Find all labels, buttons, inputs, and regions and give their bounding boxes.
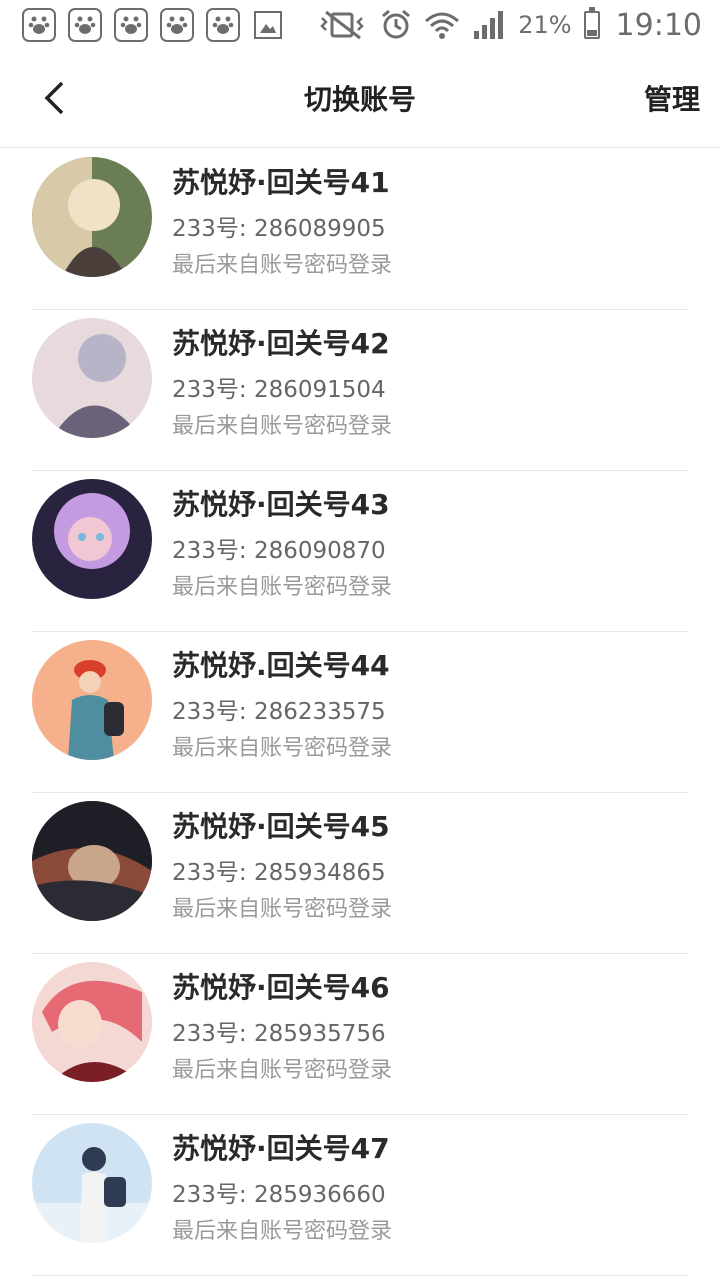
mute-vibrate-icon: [320, 10, 364, 40]
baidu-paw-icon: [22, 8, 56, 42]
system-icons: 21% 19:10: [318, 7, 702, 43]
avatar: [32, 962, 152, 1082]
account-id: 233号: 285936660: [172, 1182, 386, 1208]
account-list: 苏悦妤·回关号41 233号: 286089905 最后来自账号密码登录 苏悦妤…: [0, 149, 720, 1276]
avatar: [32, 318, 152, 438]
avatar: [32, 801, 152, 921]
account-item[interactable]: 苏悦妤·回关号47 233号: 285936660 最后来自账号密码登录: [32, 1115, 688, 1276]
account-item[interactable]: 苏悦妤·回关号45 233号: 285934865 最后来自账号密码登录: [32, 793, 688, 954]
account-id: 233号: 285935756: [172, 1021, 386, 1047]
navigation-bar: 切换账号 管理: [0, 50, 720, 148]
avatar: [32, 640, 152, 760]
manage-button[interactable]: 管理: [644, 78, 700, 118]
baidu-paw-icon: [114, 8, 148, 42]
account-name: 苏悦妤·回关号42: [172, 327, 390, 360]
baidu-paw-icon: [206, 8, 240, 42]
avatar: [32, 157, 152, 277]
account-id: 233号: 286090870: [172, 538, 386, 564]
account-name: 苏悦妤·回关号47: [172, 1132, 390, 1165]
account-name: 苏悦妤·回关号45: [172, 810, 390, 843]
wifi-icon: [425, 12, 460, 39]
notification-icons: [22, 8, 282, 42]
battery-percent: 21%: [518, 11, 572, 39]
account-item[interactable]: 苏悦妤·回关号41 233号: 286089905 最后来自账号密码登录: [32, 149, 688, 310]
account-login-method: 最后来自账号密码登录: [172, 414, 393, 439]
signal-icon: [474, 11, 504, 39]
account-login-method: 最后来自账号密码登录: [172, 253, 393, 278]
status-bar: 21% 19:10: [0, 0, 720, 50]
account-login-method: 最后来自账号密码登录: [172, 1219, 393, 1244]
avatar: [32, 1123, 152, 1243]
battery-icon: [583, 7, 600, 39]
avatar: [32, 479, 152, 599]
account-item[interactable]: 苏悦妤·回关号46 233号: 285935756 最后来自账号密码登录: [32, 954, 688, 1115]
account-login-method: 最后来自账号密码登录: [172, 575, 393, 600]
account-item[interactable]: 苏悦妤.回关号44 233号: 286233575 最后来自账号密码登录: [32, 632, 688, 793]
account-id: 233号: 285934865: [172, 860, 386, 886]
account-item[interactable]: 苏悦妤·回关号42 233号: 286091504 最后来自账号密码登录: [32, 310, 688, 471]
account-id: 233号: 286091504: [172, 377, 386, 403]
status-time: 19:10: [615, 7, 702, 43]
account-name: 苏悦妤.回关号44: [172, 649, 390, 682]
account-item[interactable]: 苏悦妤·回关号43 233号: 286090870 最后来自账号密码登录: [32, 471, 688, 632]
alarm-icon: [382, 9, 411, 39]
account-id: 233号: 286233575: [172, 699, 386, 725]
account-id: 233号: 286089905: [172, 216, 386, 242]
baidu-paw-icon: [68, 8, 102, 42]
account-login-method: 最后来自账号密码登录: [172, 897, 393, 922]
page-title: 切换账号: [303, 83, 416, 116]
account-login-method: 最后来自账号密码登录: [172, 1058, 393, 1083]
account-name: 苏悦妤·回关号43: [172, 488, 390, 521]
account-name: 苏悦妤·回关号46: [172, 971, 390, 1004]
account-login-method: 最后来自账号密码登录: [172, 736, 393, 761]
baidu-paw-icon: [160, 8, 194, 42]
gallery-icon: [254, 11, 282, 39]
account-name: 苏悦妤·回关号41: [172, 166, 390, 199]
